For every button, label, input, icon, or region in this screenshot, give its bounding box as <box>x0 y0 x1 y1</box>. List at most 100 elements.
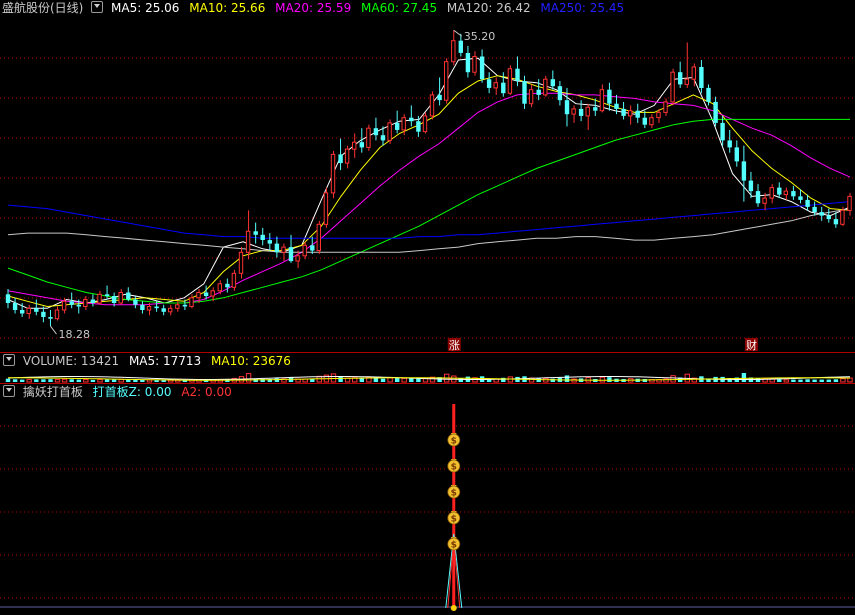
volume-bar <box>61 378 68 383</box>
indicator-a2-label: A2: 0.00 <box>181 385 232 399</box>
candle <box>691 63 696 87</box>
stock-title[interactable]: 盛航股份(日线) <box>2 1 83 15</box>
candle <box>34 299 39 316</box>
money-bag-icon: $ <box>447 511 461 525</box>
candle <box>451 30 456 66</box>
candle <box>168 304 173 316</box>
ma10-line <box>7 75 851 308</box>
candle <box>231 269 237 291</box>
volume-bar <box>20 379 25 382</box>
candle <box>493 77 498 95</box>
candle <box>465 45 471 78</box>
volume-bar <box>395 378 400 382</box>
volume-bar <box>607 377 612 382</box>
candle <box>678 61 683 88</box>
candle <box>41 306 46 323</box>
volume-legend: VOLUME: 13421 MA5: 17713 MA10: 23676 <box>0 353 297 369</box>
indicator-dropdown-icon[interactable] <box>3 385 15 397</box>
volume-bar <box>798 379 803 382</box>
candle <box>607 82 612 111</box>
candle <box>755 184 761 207</box>
money-bag-icon: $ <box>447 433 461 447</box>
volume-bar <box>140 379 145 382</box>
volume-bar <box>76 379 81 382</box>
svg-text:$: $ <box>451 515 457 525</box>
volume-bar <box>536 378 541 382</box>
candle <box>323 187 329 228</box>
candle <box>338 138 343 171</box>
candle <box>599 84 605 113</box>
candle <box>366 124 371 151</box>
volume-dropdown-icon[interactable] <box>3 354 15 366</box>
volume-bar <box>161 380 166 382</box>
volume-bar <box>387 377 393 383</box>
financial-report-marker[interactable]: 财 <box>744 338 758 352</box>
volume-label: VOLUME: 13421 <box>22 354 120 368</box>
candle <box>5 289 11 309</box>
candle <box>429 91 435 120</box>
candle <box>302 241 307 260</box>
candle <box>819 206 824 221</box>
candle <box>557 80 563 106</box>
candle <box>274 236 280 258</box>
candle <box>635 103 640 123</box>
ma60-label: MA60: 27.45 <box>361 1 438 15</box>
candle <box>777 182 782 199</box>
svg-text:$: $ <box>451 437 457 447</box>
candle <box>713 96 718 127</box>
candle <box>97 290 102 305</box>
candle <box>720 115 725 146</box>
legend-dropdown-icon[interactable] <box>91 1 104 13</box>
candle <box>310 236 315 255</box>
candle <box>288 234 294 263</box>
candle <box>140 301 145 314</box>
indicator-legend: 擒妖打首板 打首板Z: 0.00 A2: 0.00 <box>0 384 238 400</box>
volume-ma10-label: MA10: 23676 <box>211 354 291 368</box>
candle <box>501 72 506 97</box>
candle <box>387 119 392 144</box>
volume-bar <box>791 379 796 382</box>
candle <box>245 210 251 260</box>
limit-up-marker[interactable]: 涨 <box>447 338 461 352</box>
volume-bar <box>5 378 11 382</box>
money-bag-icon: $ <box>447 537 461 551</box>
volume-bar <box>777 379 782 382</box>
candle <box>225 278 230 293</box>
volume-bar <box>833 379 839 382</box>
candle <box>699 59 704 94</box>
volume-bar <box>564 375 570 382</box>
volume-bar <box>409 378 414 382</box>
candle <box>189 294 194 309</box>
ma5-line <box>7 57 851 309</box>
candle <box>316 220 322 255</box>
volume-bar <box>826 379 831 382</box>
candle <box>571 105 576 123</box>
ma60-line <box>7 118 850 304</box>
candle <box>409 105 414 127</box>
main-legend: 盛航股份(日线) MA5: 25.06 MA10: 25.66 MA20: 25… <box>0 0 630 16</box>
volume-bar <box>805 379 810 382</box>
ma120-label: MA120: 26.42 <box>446 1 531 15</box>
volume-bar <box>274 378 280 382</box>
money-bag-icon: $ <box>447 485 461 499</box>
ma10-label: MA10: 25.66 <box>189 1 266 15</box>
svg-text:$: $ <box>451 489 457 499</box>
candle <box>791 185 796 200</box>
candle <box>90 294 96 307</box>
candle <box>628 105 633 125</box>
candle <box>54 306 60 321</box>
signal-dot <box>450 605 457 611</box>
candle <box>486 72 492 94</box>
candlestick-chart: 35.20 18.28 涨 财 <box>0 29 855 352</box>
candle <box>48 310 53 327</box>
high-price-label: 35.20 <box>464 30 496 43</box>
candle <box>458 33 463 57</box>
main-chart-panel: 35.20 18.28 涨 财 盛航股份(日线) MA5: 25.06 MA10: 2… <box>0 0 855 352</box>
candle <box>543 75 548 97</box>
candle <box>238 247 244 279</box>
low-marker-line <box>50 325 57 335</box>
volume-bar <box>812 379 817 382</box>
candle <box>684 42 689 88</box>
candle <box>649 114 654 129</box>
candle <box>515 56 520 87</box>
